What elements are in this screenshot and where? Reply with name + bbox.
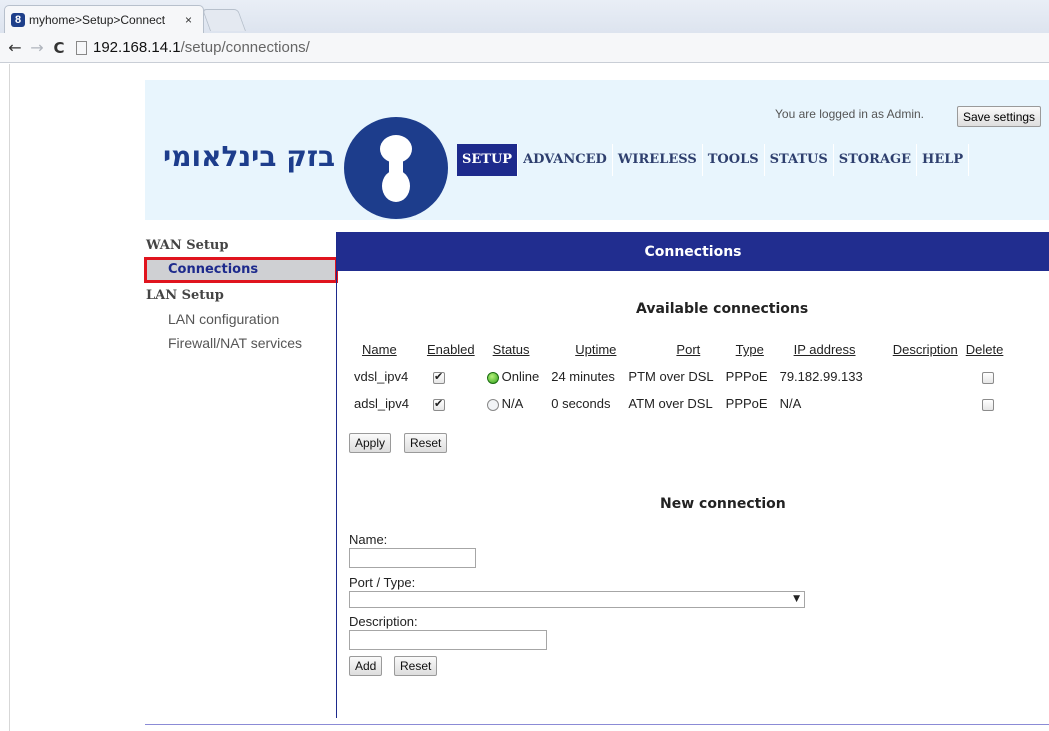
connection-port: ATM over DSL [628,396,713,411]
connection-type: PPPoE [725,369,768,384]
favicon-icon: 8 [11,12,25,27]
page-header: בזק בינלאומי SETUP ADVANCED WIRELESS TOO… [145,80,1049,220]
col-enabled: Enabled [426,342,475,357]
brand-logo-icon [344,117,448,219]
col-ip-address: IP address [793,342,856,357]
connection-name-link[interactable]: vdsl_ipv4 [348,365,415,392]
page-title: Connections [337,232,1049,271]
save-settings-button[interactable]: Save settings [957,106,1042,127]
forward-arrow-icon[interactable]: → [26,38,48,57]
connection-status: Online [501,369,540,384]
unknown-status-icon [486,398,499,411]
connection-ip: 79.182.99.133 [779,369,863,384]
col-description: Description [892,342,958,357]
name-label: Name: [349,532,388,547]
main-nav: SETUP ADVANCED WIRELESS TOOLS STATUS STO… [457,144,970,176]
nav-tools[interactable]: TOOLS [703,144,765,176]
sidebar-item-connections[interactable]: Connections [144,257,338,283]
back-arrow-icon[interactable]: ← [4,38,26,57]
nav-wireless[interactable]: WIRELESS [613,144,703,176]
online-status-icon [486,371,499,384]
new-connection-heading: New connection [660,496,786,512]
table-header-row: Name Enabled Status Uptime Port Type IP … [348,338,1009,365]
footer-divider [145,724,1049,725]
close-tab-icon[interactable]: × [185,13,192,27]
apply-button[interactable]: Apply [349,433,392,453]
col-port: Port [676,342,701,357]
new-tab-button[interactable] [201,9,247,31]
nav-status[interactable]: STATUS [765,144,834,176]
delete-checkbox[interactable] [981,371,994,384]
col-name: Name [362,342,397,357]
add-button[interactable]: Add [349,656,383,676]
connection-uptime: 0 seconds [551,396,611,411]
enabled-checkbox[interactable] [432,397,445,411]
reset-button[interactable]: Reset [404,433,448,453]
nav-help[interactable]: HELP [917,144,970,176]
tab-title: myhome>Setup>Connect [29,12,166,27]
connection-description [869,365,964,392]
col-status: Status [492,342,530,357]
url-path: /setup/connections/ [180,39,310,56]
content-divider [336,232,337,718]
connection-type: PPPoE [725,396,768,411]
col-uptime: Uptime [575,342,617,357]
reload-icon[interactable]: C [48,39,70,57]
sidebar-section-wan[interactable]: WAN Setup [145,238,337,257]
port-type-label: Port / Type: [349,575,416,590]
col-type: Type [735,342,764,357]
brand-logo-text: בזק בינלאומי [163,140,336,173]
left-border [9,64,10,731]
port-type-select[interactable]: ▼ [349,591,805,608]
table-row: adsl_ipv4 N/A 0 seconds ATM over DSL PPP… [348,392,1009,419]
connections-table: Name Enabled Status Uptime Port Type IP … [348,338,1009,419]
nav-storage[interactable]: STORAGE [834,144,918,176]
nav-advanced[interactable]: ADVANCED [518,144,613,176]
description-label: Description: [349,614,418,629]
page-icon [76,40,87,55]
name-input[interactable] [349,548,476,568]
sidebar-item-lan-configuration[interactable]: LAN configuration [145,307,337,331]
sidebar-section-lan[interactable]: LAN Setup [145,288,337,307]
form-reset-button[interactable]: Reset [394,656,438,676]
browser-toolbar: ← → C 192.168.14.1 /setup/connections/ [0,33,1049,63]
connection-status: N/A [501,396,524,411]
table-row: vdsl_ipv4 Online 24 minutes PTM over DSL… [348,365,1009,392]
chevron-down-icon: ▼ [793,594,800,604]
connection-ip: N/A [779,396,802,411]
description-input[interactable] [349,630,547,650]
connection-uptime: 24 minutes [551,369,615,384]
url-host: 192.168.14.1 [93,39,181,56]
browser-tab[interactable]: 8 myhome>Setup>Connect × [4,5,204,33]
connection-port: PTM over DSL [628,369,714,384]
sidebar: WAN Setup Connections LAN Setup LAN conf… [144,238,338,355]
login-status: You are logged in as Admin. [775,107,924,121]
address-bar[interactable]: 192.168.14.1 /setup/connections/ [76,36,1049,60]
sidebar-item-firewall-nat[interactable]: Firewall/NAT services [145,331,337,355]
connection-description [869,392,964,419]
nav-setup[interactable]: SETUP [457,144,519,176]
connection-name-link[interactable]: adsl_ipv4 [348,392,415,419]
enabled-checkbox[interactable] [432,370,445,384]
browser-tabstrip: 8 myhome>Setup>Connect × [0,0,1049,33]
delete-checkbox[interactable] [981,398,994,411]
available-connections-heading: Available connections [636,301,809,317]
col-delete: Delete [965,342,1004,357]
